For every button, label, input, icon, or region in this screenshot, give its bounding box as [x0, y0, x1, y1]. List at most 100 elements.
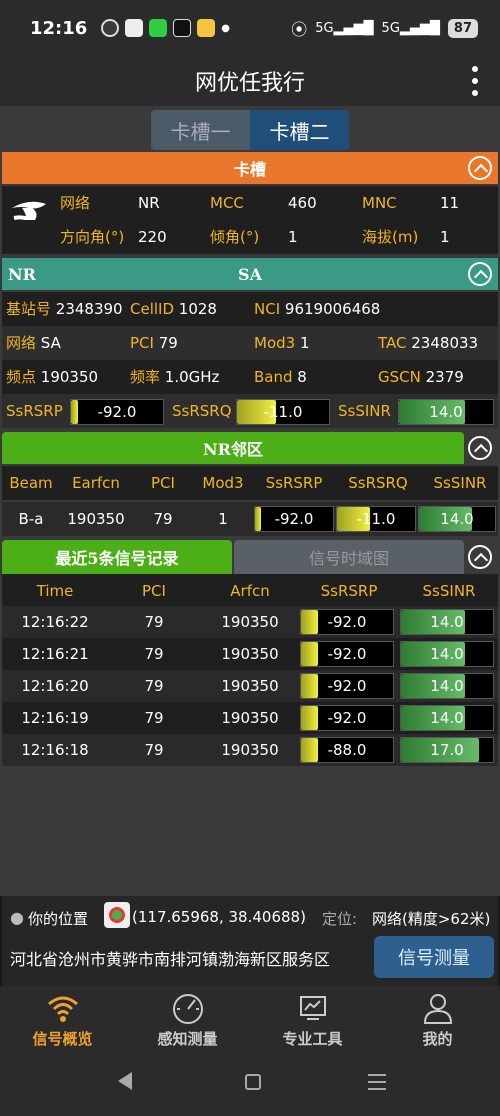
slot-row-2: 方向角(°) 220 倾角(°) 1 海拔(m) 1 [2, 220, 498, 254]
gscn-label: GSCN [378, 368, 421, 386]
table-row: 12:16:22 79 190350 -92.0 14.0 [2, 606, 498, 638]
rsrp-value: -92.0 [274, 510, 314, 528]
app-title-bar: 网优任我行 [0, 56, 500, 106]
nav-me[interactable]: 我的 [375, 986, 500, 1056]
tac-label: TAC [378, 334, 407, 352]
notification-icons: ● [101, 19, 230, 37]
location-icon: ⦿ [291, 20, 308, 39]
main-content: 卡槽一 卡槽二 卡槽 网络 NR MCC 460 MNC 11 方向角(°) 2… [0, 106, 500, 896]
net-value: SA [40, 334, 61, 352]
slot-section-header[interactable]: 卡槽 [2, 152, 498, 184]
collapse-icon[interactable] [468, 262, 492, 286]
tab-slot-2[interactable]: 卡槽二 [250, 110, 349, 150]
records-header-row: Time PCI Arfcn SsRSRP SsSINR [2, 574, 498, 606]
person-icon [423, 994, 453, 1024]
mcc-label: MCC [210, 194, 244, 212]
pci-value: 79 [144, 741, 164, 759]
sinr-bar: 17.0 [400, 737, 494, 763]
system-nav-bar [0, 1056, 500, 1116]
pci-value: 79 [144, 613, 164, 631]
rsrp-bar: -92.0 [300, 641, 394, 667]
wifi-icon [48, 996, 78, 1022]
sinr-bar: 14.0 [400, 705, 494, 731]
nav-sensing[interactable]: 感知测量 [125, 986, 250, 1056]
freq-point-value: 190350 [40, 368, 99, 386]
recents-icon[interactable] [368, 1074, 386, 1090]
rsrp-bar: -92.0 [70, 399, 164, 425]
rsrp-value: -92.0 [97, 403, 137, 421]
table-row: 12:16:21 79 190350 -92.0 14.0 [2, 638, 498, 670]
rsrp-bar: -92.0 [300, 673, 394, 699]
pci-value: 79 [144, 709, 164, 727]
collapse-icon[interactable] [468, 156, 492, 180]
nav-pro-tools[interactable]: 专业工具 [250, 986, 375, 1056]
neighbor-header-row: Beam Earfcn PCI Mod3 SsRSRP SsRSRQ SsSIN… [2, 466, 498, 500]
location-mode-label: 定位: [322, 910, 358, 928]
pci-value: 79 [144, 645, 164, 663]
sinr-bar: 14.0 [398, 399, 494, 425]
nr-title: NR [8, 264, 36, 284]
tab-signal-timechart[interactable]: 信号时域图 [234, 540, 464, 574]
more-dot-icon: ● [221, 22, 231, 34]
sinr-value: 14.0 [430, 709, 464, 727]
rsrp-value: -92.0 [327, 645, 367, 663]
collapse-icon[interactable] [468, 436, 492, 460]
col-sssinr: SsSINR [422, 582, 476, 600]
back-icon[interactable] [118, 1072, 132, 1090]
pci-value: 79 [144, 677, 164, 695]
signal-2-icon: 5G▂▄▆█ [381, 20, 440, 36]
status-right: ⦿ 5G▂▄▆█ 5G▂▄▆█ 87 [291, 16, 478, 40]
rsrp-value: -92.0 [327, 709, 367, 727]
sinr-bar: 14.0 [400, 641, 494, 667]
tiktok-icon [173, 19, 192, 37]
arfcn-value: 190350 [221, 677, 279, 695]
neighbor-header[interactable]: NR邻区 [2, 432, 498, 464]
rsrp-bar: -92.0 [300, 609, 394, 635]
slot-row-1: 网络 NR MCC 460 MNC 11 [2, 186, 498, 237]
col-ssrsrp: SsRSRP [265, 474, 323, 492]
more-menu-icon[interactable] [472, 66, 478, 96]
rsrp-bar: -92.0 [300, 705, 394, 731]
signal-measure-button[interactable]: 信号测量 [374, 936, 494, 978]
nr-section-header[interactable]: NR SA [2, 258, 498, 290]
slot-section-title: 卡槽 [233, 160, 266, 179]
mod3-value: 1 [299, 334, 310, 352]
network-value: NR [138, 194, 160, 212]
location-label: 你的位置 [28, 910, 89, 928]
freq-value: 1.0GHz [164, 368, 220, 386]
sinr-value: 17.0 [430, 741, 464, 759]
rsrp-bar: -88.0 [300, 737, 394, 763]
mnc-label: MNC [362, 194, 397, 212]
nav-signal-overview[interactable]: 信号概览 [0, 986, 125, 1056]
rsrq-bar: -11.0 [236, 399, 330, 425]
weibo-icon [197, 19, 216, 37]
mod3-label: Mod3 [254, 334, 296, 352]
google-maps-icon[interactable] [104, 902, 130, 928]
rsrq-label: SsRSRQ [172, 402, 232, 420]
altitude-label: 海拔(m) [362, 228, 419, 246]
sinr-bar: 14.0 [400, 609, 494, 635]
collapse-icon[interactable] [468, 545, 492, 569]
address: 河北省沧州市黄骅市南排河镇渤海新区服务区 [10, 950, 331, 969]
tab-slot-1[interactable]: 卡槽一 [151, 110, 250, 150]
table-row: B-a 190350 79 1 -92.0 -11.0 14.0 [2, 502, 498, 536]
sa-title: SA [238, 264, 262, 284]
table-row: 12:16:19 79 190350 -92.0 14.0 [2, 702, 498, 734]
altitude-value: 1 [440, 228, 450, 246]
mod3-value: 1 [218, 510, 228, 528]
rsrp-value: -88.0 [327, 741, 367, 759]
network-label: 网络 [60, 194, 91, 212]
nci-value: 9619006468 [284, 300, 381, 318]
col-mod3: Mod3 [202, 474, 244, 492]
tab-recent-records[interactable]: 最近5条信号记录 [2, 540, 232, 574]
status-time: 12:16 [30, 17, 88, 39]
nav-label: 专业工具 [282, 1030, 343, 1048]
col-time: Time [36, 582, 74, 600]
home-icon[interactable] [245, 1074, 261, 1090]
nav-label: 信号概览 [32, 1030, 93, 1048]
toolbox-icon [300, 996, 326, 1020]
sinr-label: SsSINR [338, 402, 391, 420]
band-value: 8 [297, 368, 307, 386]
nci-label: NCI [254, 300, 281, 318]
battery-icon: 87 [447, 18, 478, 38]
